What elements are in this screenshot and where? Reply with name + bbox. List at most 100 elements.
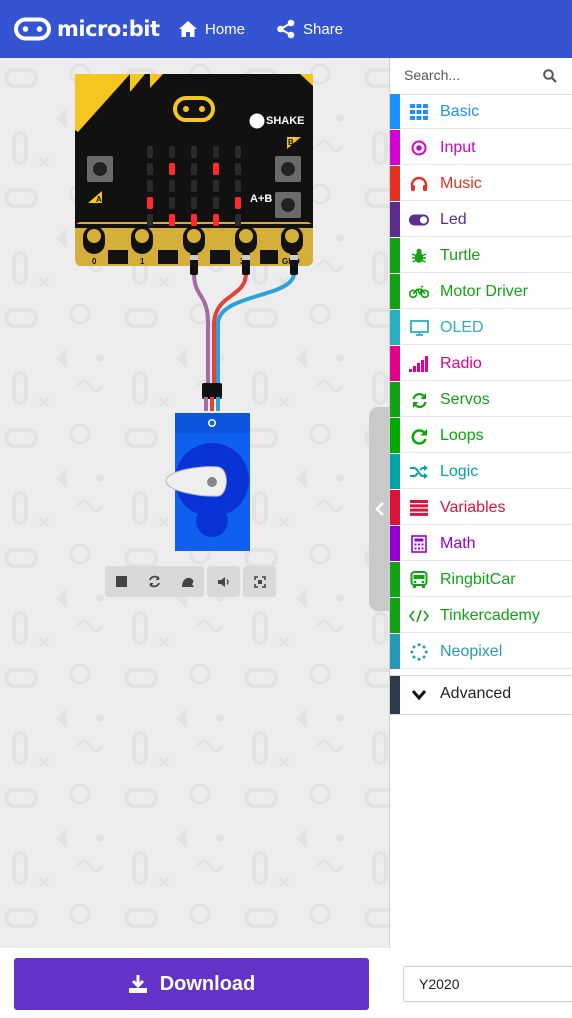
stop-button[interactable] <box>105 566 138 597</box>
category-advanced[interactable]: Advanced <box>390 675 572 715</box>
led-off <box>147 146 153 158</box>
led-off <box>235 180 241 192</box>
led-off <box>235 146 241 158</box>
category-loops[interactable]: Loops <box>390 418 572 453</box>
shuffle-icon <box>409 462 429 482</box>
sim-audio-group <box>207 566 240 597</box>
dotted-circle-icon <box>409 642 429 662</box>
led-off <box>235 163 241 175</box>
button-a[interactable] <box>87 156 113 182</box>
restart-icon <box>149 575 160 588</box>
category-color-bar <box>390 130 400 165</box>
category-color-bar <box>390 94 400 129</box>
category-label: Led <box>440 211 467 228</box>
category-neopixel[interactable]: Neopixel <box>390 634 572 669</box>
list-icon <box>409 498 429 518</box>
category-math[interactable]: Math <box>390 526 572 561</box>
category-turtle[interactable]: Turtle <box>390 238 572 273</box>
share-label: Share <box>303 20 344 38</box>
led-off <box>191 180 197 192</box>
shake-logo-icon[interactable] <box>249 113 265 129</box>
sim-controls-group <box>105 566 204 597</box>
search-input[interactable] <box>404 67 534 83</box>
category-label: Music <box>440 175 482 192</box>
redo-icon <box>409 426 429 446</box>
category-color-bar <box>390 562 400 597</box>
button-b[interactable] <box>275 156 301 182</box>
button-ab[interactable] <box>275 192 301 218</box>
restart-button[interactable] <box>138 566 171 597</box>
category-logic[interactable]: Logic <box>390 454 572 489</box>
category-ringbitcar[interactable]: RingbitCar <box>390 562 572 597</box>
led-off <box>169 180 175 192</box>
category-motor-driver[interactable]: Motor Driver <box>390 274 572 309</box>
category-color-bar <box>390 238 400 273</box>
led-off <box>191 146 197 158</box>
bug-icon <box>409 246 429 266</box>
category-label: Radio <box>440 355 482 372</box>
category-label: Input <box>440 139 476 156</box>
category-color-bar <box>390 454 400 489</box>
calculator-icon <box>409 534 429 554</box>
button-b-marker: B <box>287 137 301 149</box>
pin-label-1: 1 <box>140 257 145 266</box>
category-input[interactable]: Input <box>390 130 572 165</box>
servo-motor <box>160 383 270 568</box>
home-button[interactable]: Home <box>178 16 245 42</box>
simulator-toolbar <box>105 566 279 597</box>
category-basic[interactable]: Basic <box>390 94 572 129</box>
advanced-label: Advanced <box>440 685 512 702</box>
category-color-bar <box>390 274 400 309</box>
download-label: Download <box>159 972 256 995</box>
category-led[interactable]: Led <box>390 202 572 237</box>
led-off <box>147 180 153 192</box>
shake-label: SHAKE <box>266 115 305 127</box>
category-color-bar <box>390 418 400 453</box>
home-label: Home <box>205 20 246 38</box>
category-label: Turtle <box>440 247 481 264</box>
slow-mo-button[interactable] <box>171 566 204 597</box>
category-label: Variables <box>440 499 506 516</box>
ab-label: A+B <box>250 193 273 205</box>
radio-button-icon <box>409 138 429 158</box>
led-on <box>235 197 241 209</box>
category-label: Basic <box>440 103 480 120</box>
category-label: RingbitCar <box>440 571 516 588</box>
category-label: Servos <box>440 391 490 408</box>
category-tinkercademy[interactable]: Tinkercademy <box>390 598 572 633</box>
home-icon <box>179 21 197 37</box>
category-variables[interactable]: Variables <box>390 490 572 525</box>
category-servos[interactable]: Servos <box>390 382 572 417</box>
collapse-simulator-handle[interactable] <box>369 407 389 611</box>
download-button[interactable]: Download <box>14 958 369 1010</box>
search-icon[interactable] <box>543 69 557 83</box>
button-a-marker: A <box>88 191 102 204</box>
led-off <box>191 163 197 175</box>
mute-icon <box>217 576 229 587</box>
toolbox: Basic Input Music Led Turtle Motor Drive <box>389 58 572 948</box>
category-music[interactable]: Music <box>390 166 572 201</box>
microbit-face-icon <box>173 96 215 122</box>
share-button[interactable]: Share <box>276 16 343 42</box>
category-color-bar <box>390 634 400 669</box>
category-label: Motor Driver <box>440 283 529 300</box>
share-icon <box>277 19 295 39</box>
category-color-bar <box>390 382 400 417</box>
category-radio[interactable]: Radio <box>390 346 572 381</box>
svg-text:A: A <box>96 195 102 204</box>
signal-bars-icon <box>409 354 429 374</box>
sim-fullscreen-group <box>243 566 276 597</box>
mute-button[interactable] <box>207 566 240 597</box>
category-oled[interactable]: OLED <box>390 310 572 345</box>
category-label: Loops <box>440 427 484 444</box>
top-bar: micro:bit Home Share <box>0 0 572 58</box>
svg-text:B: B <box>288 138 294 147</box>
led-off <box>213 180 219 192</box>
microbit-logo[interactable]: micro:bit <box>14 14 160 44</box>
fullscreen-button[interactable] <box>243 566 276 597</box>
led-on <box>213 163 219 175</box>
category-color-bar <box>390 310 400 345</box>
project-name-input[interactable] <box>403 966 572 1002</box>
category-color-bar <box>390 598 400 633</box>
headphones-icon <box>409 174 429 194</box>
